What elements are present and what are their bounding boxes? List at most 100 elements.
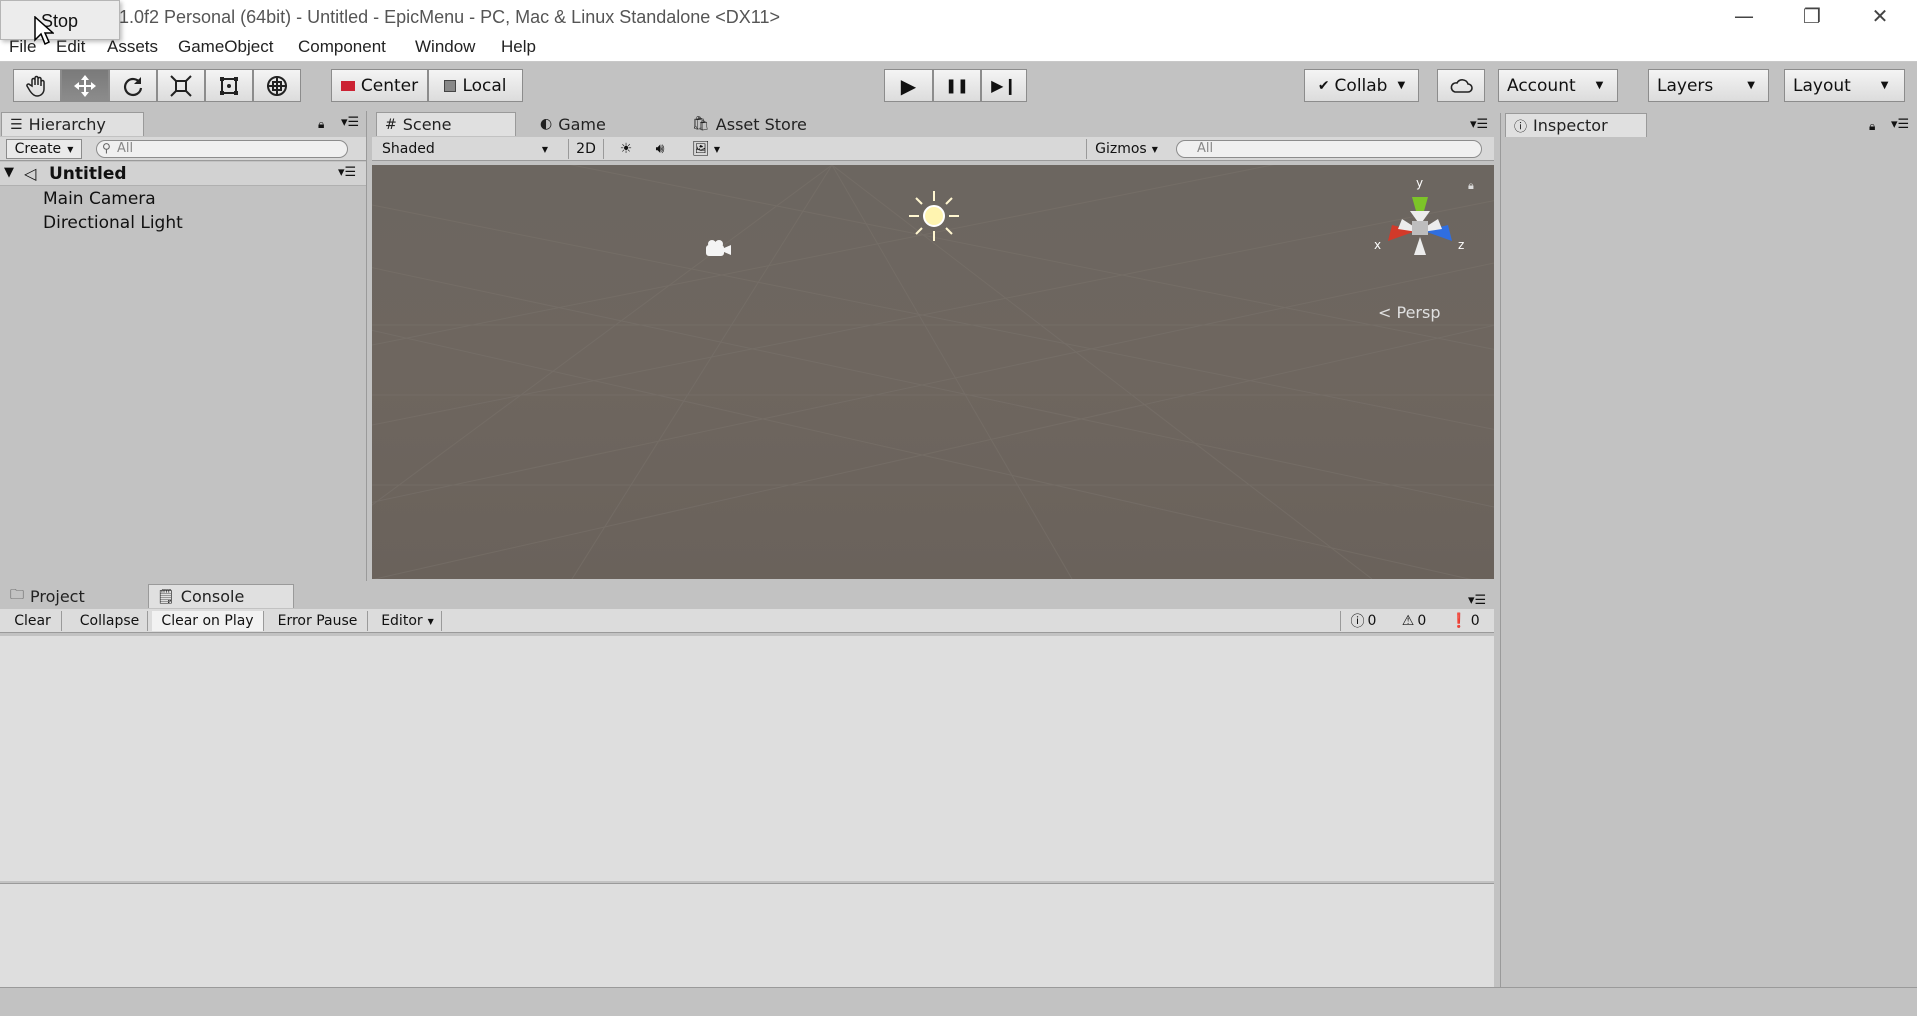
scene-effects-dropdown[interactable]: 🖼︎ ▼ xyxy=(684,139,728,159)
cloud-button[interactable] xyxy=(1437,69,1485,102)
rect-tool-button[interactable] xyxy=(205,69,253,102)
chevron-down-icon: ▼ xyxy=(1151,144,1158,154)
tab-scene[interactable]: # Scene xyxy=(376,112,516,136)
rotate-tool-button[interactable] xyxy=(109,69,157,102)
main-toolbar: Center Local ▶ ❚❚ ▶❙ ✔ Collab ▼ Account … xyxy=(0,63,1917,111)
shading-mode-dropdown[interactable]: Shaded ▼ xyxy=(376,139,554,159)
transform-icon xyxy=(267,75,287,96)
gizmos-dropdown[interactable]: Gizmos ▼ xyxy=(1086,139,1166,159)
lock-icon[interactable]: 🔒︎ xyxy=(318,117,324,132)
menu-gameobject[interactable]: GameObject xyxy=(178,37,273,57)
collab-dropdown[interactable]: ✔ Collab ▼ xyxy=(1304,69,1419,102)
layout-dropdown[interactable]: Layout ▼ xyxy=(1784,69,1905,102)
tab-console-label: Console xyxy=(180,587,245,606)
layers-dropdown[interactable]: Layers ▼ xyxy=(1648,69,1769,102)
menu-window[interactable]: Window xyxy=(415,37,475,57)
cloud-icon xyxy=(1450,78,1473,93)
move-tool-button[interactable] xyxy=(61,69,109,102)
console-editor-dropdown[interactable]: Editor ▼ xyxy=(374,611,442,631)
hierarchy-search-input[interactable]: All xyxy=(96,140,348,158)
console-clear-on-play-toggle[interactable]: Clear on Play xyxy=(152,611,264,631)
panel-menu-icon[interactable]: ▾☰ xyxy=(1468,593,1486,608)
tab-inspector[interactable]: ⓘ Inspector xyxy=(1505,113,1647,137)
menu-component[interactable]: Component xyxy=(298,37,386,57)
minimize-button[interactable]: — xyxy=(1710,0,1778,32)
console-toolbar: Clear Collapse Clear on Play Error Pause… xyxy=(0,609,1494,633)
gizmos-label: Gizmos xyxy=(1095,141,1147,157)
scene-name: Untitled xyxy=(49,164,127,184)
close-button[interactable]: ✕ xyxy=(1846,0,1914,32)
gizmo-lock-icon[interactable]: 🔒︎ xyxy=(1468,179,1474,193)
persp-icon: < xyxy=(1378,303,1392,322)
warning-icon: ⚠ xyxy=(1401,613,1415,629)
stop-popup[interactable]: Stop xyxy=(0,0,120,40)
tab-hierarchy[interactable]: ☰ Hierarchy xyxy=(1,112,144,136)
info-count-toggle[interactable]: ⓘ 0 xyxy=(1340,611,1386,631)
tab-game[interactable]: ◐ Game xyxy=(532,112,652,136)
scene-search-input[interactable]: All xyxy=(1176,140,1482,158)
scene-lighting-toggle[interactable]: ☀ xyxy=(610,139,642,159)
panel-menu-icon[interactable]: ▾☰ xyxy=(1470,117,1488,132)
space-local-button[interactable]: Local xyxy=(428,69,523,102)
search-icon: ⚲ xyxy=(102,141,111,155)
editor-label: Editor xyxy=(381,613,423,629)
unity-scene-icon: ◁ xyxy=(24,164,37,183)
error-count: 0 xyxy=(1470,613,1480,629)
mouse-cursor-icon xyxy=(34,16,54,46)
console-detail-area[interactable] xyxy=(0,883,1494,987)
warning-count-toggle[interactable]: ⚠ 0 xyxy=(1390,611,1438,631)
hierarchy-panel: ☰ Hierarchy 🔒︎ ▾☰ Create ▼ All ⚲ ▼ ◁ Unti… xyxy=(0,111,367,581)
tab-project[interactable]: 🗀︎ Project xyxy=(2,584,142,608)
transform-tool-button[interactable] xyxy=(253,69,301,102)
restore-button[interactable]: ❐ xyxy=(1778,0,1846,32)
menu-assets[interactable]: Assets xyxy=(107,37,158,57)
menu-help[interactable]: Help xyxy=(501,37,536,57)
hand-tool-button[interactable] xyxy=(13,69,61,102)
tab-project-label: Project xyxy=(30,586,85,606)
space-label: Local xyxy=(462,75,507,96)
console-log-area[interactable] xyxy=(0,636,1494,881)
step-button[interactable]: ▶❙ xyxy=(981,69,1027,102)
console-collapse-button[interactable]: Collapse xyxy=(72,611,148,631)
2d-toggle[interactable]: 2D xyxy=(568,139,604,159)
orientation-gizmo[interactable]: y x z xyxy=(1360,175,1480,285)
tab-console[interactable]: 🗒︎ Console xyxy=(148,584,294,608)
tab-asset-store[interactable]: 🛍︎ Asset Store xyxy=(684,112,844,136)
local-cube-icon xyxy=(444,79,457,92)
scene-audio-toggle[interactable]: 🔊︎ xyxy=(644,139,676,159)
create-dropdown[interactable]: Create ▼ xyxy=(6,139,82,159)
info-count: 0 xyxy=(1367,613,1377,629)
console-clear-button[interactable]: Clear xyxy=(4,611,62,631)
scene-panel-header: # Scene ◐ Game 🛍︎ Asset Store ▾☰ Shaded … xyxy=(372,111,1494,165)
info-icon: ⓘ xyxy=(1514,120,1528,135)
directional-light-sun-icon[interactable] xyxy=(907,189,961,243)
persp-label[interactable]: < Persp xyxy=(1378,303,1441,322)
pause-button[interactable]: ❚❚ xyxy=(933,69,981,102)
pacman-icon: ◐ xyxy=(540,116,553,132)
scale-tool-button[interactable] xyxy=(157,69,205,102)
menu-edit[interactable]: Edit xyxy=(56,37,85,57)
account-dropdown[interactable]: Account ▼ xyxy=(1498,69,1618,102)
persp-text: Persp xyxy=(1396,303,1441,322)
panel-menu-icon[interactable]: ▾☰ xyxy=(1891,117,1909,132)
collab-check-icon: ✔ xyxy=(1317,77,1330,94)
error-count-toggle[interactable]: ❗ 0 xyxy=(1442,611,1488,631)
pivot-center-button[interactable]: Center xyxy=(331,69,428,102)
scale-icon xyxy=(170,74,192,97)
hierarchy-item-main-camera[interactable]: Main Camera xyxy=(43,189,156,209)
step-icon: ▶❙ xyxy=(991,76,1017,95)
lock-icon[interactable]: 🔒︎ xyxy=(1869,119,1875,134)
play-button[interactable]: ▶ xyxy=(884,69,933,102)
scene-header-row[interactable]: ▼ ◁ Untitled ▾☰ xyxy=(0,162,366,186)
scene-menu-icon[interactable]: ▾☰ xyxy=(338,165,356,180)
scene-viewport[interactable]: y x z 🔒︎ < Persp xyxy=(372,165,1494,579)
panel-menu-icon[interactable]: ▾☰ xyxy=(341,115,359,130)
status-bar xyxy=(0,987,1917,1016)
tab-hierarchy-label: Hierarchy xyxy=(28,115,106,134)
hierarchy-item-directional-light[interactable]: Directional Light xyxy=(43,213,183,233)
expand-triangle-icon[interactable]: ▼ xyxy=(4,165,14,180)
menu-file[interactable]: File xyxy=(9,37,36,57)
camera-icon[interactable] xyxy=(703,238,733,260)
console-error-pause-toggle[interactable]: Error Pause xyxy=(268,611,368,631)
speaker-icon: 🔊︎ xyxy=(655,141,665,157)
